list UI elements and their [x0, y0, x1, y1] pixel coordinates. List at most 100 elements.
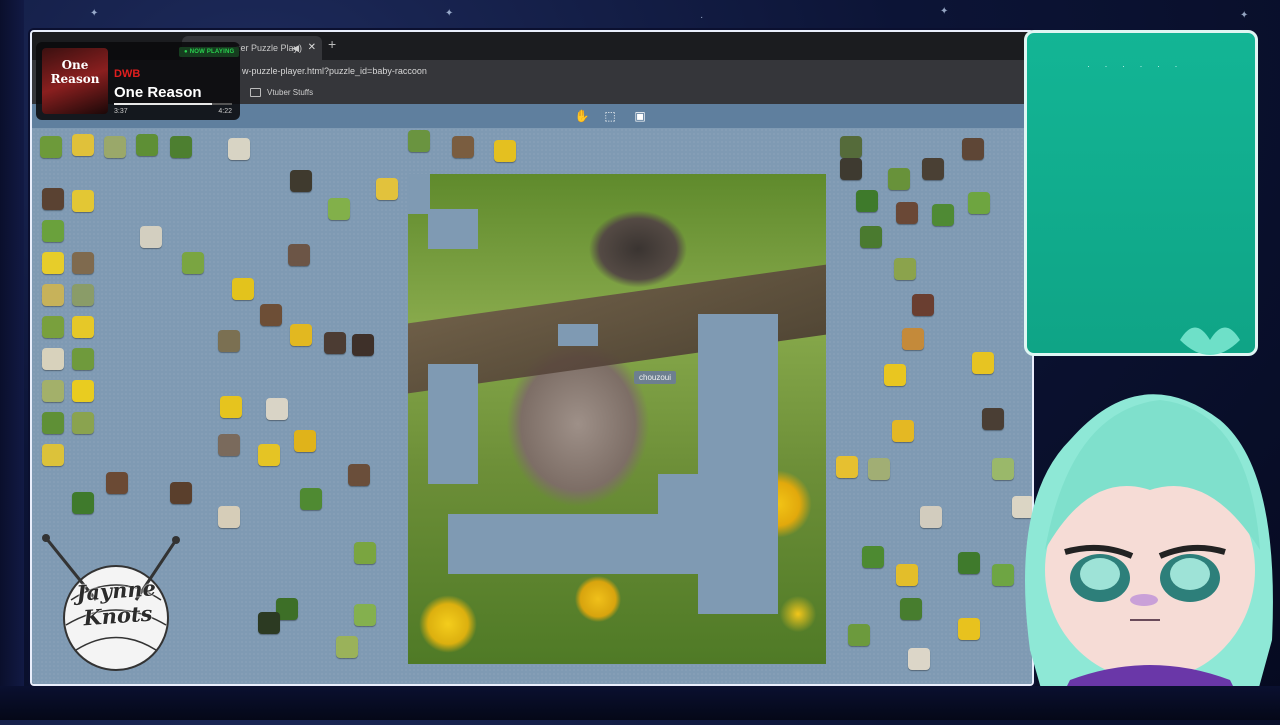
url-text[interactable]: w-puzzle-player.html?puzzle_id=baby-racc…: [242, 66, 427, 76]
puzzle-piece[interactable]: [104, 136, 126, 158]
puzzle-piece[interactable]: [290, 324, 312, 346]
puzzle-piece[interactable]: [72, 316, 94, 338]
puzzle-piece[interactable]: [856, 190, 878, 212]
puzzle-piece[interactable]: [968, 192, 990, 214]
puzzle-piece[interactable]: [140, 226, 162, 248]
puzzle-piece[interactable]: [862, 546, 884, 568]
puzzle-piece[interactable]: [42, 348, 64, 370]
puzzle-piece[interactable]: [258, 612, 280, 634]
puzzle-piece[interactable]: [888, 168, 910, 190]
puzzle-piece[interactable]: [982, 408, 1004, 430]
puzzle-piece[interactable]: [294, 430, 316, 452]
puzzle-piece[interactable]: [896, 564, 918, 586]
puzzle-piece[interactable]: [72, 380, 94, 402]
puzzle-piece[interactable]: [228, 138, 250, 160]
time-total: 4:22: [218, 108, 232, 115]
frame-decoration: · · · · · ·: [1087, 61, 1184, 71]
album-art-title: One Reason: [50, 58, 100, 86]
puzzle-piece[interactable]: [42, 252, 64, 274]
puzzle-piece[interactable]: [840, 136, 862, 158]
puzzle-piece[interactable]: [962, 138, 984, 160]
player-cursor-label: chouzoui: [634, 371, 677, 384]
puzzle-piece[interactable]: [170, 136, 192, 158]
puzzle-piece[interactable]: [42, 220, 64, 242]
puzzle-piece[interactable]: [218, 330, 240, 352]
puzzle-piece[interactable]: [324, 332, 346, 354]
puzzle-piece[interactable]: [218, 506, 240, 528]
puzzle-piece[interactable]: [232, 278, 254, 300]
speaker-icon[interactable]: ◀): [292, 36, 302, 60]
puzzle-piece[interactable]: [258, 444, 280, 466]
puzzle-piece[interactable]: [106, 472, 128, 494]
puzzle-assembled-area[interactable]: [408, 174, 826, 664]
puzzle-piece[interactable]: [920, 506, 942, 528]
puzzle-piece[interactable]: [42, 188, 64, 210]
puzzle-piece[interactable]: [72, 348, 94, 370]
time-current: 3:37: [114, 108, 128, 115]
puzzle-piece[interactable]: [300, 488, 322, 510]
song-title: One Reason: [114, 84, 202, 101]
puzzle-piece[interactable]: [42, 380, 64, 402]
puzzle-piece[interactable]: [42, 412, 64, 434]
puzzle-piece[interactable]: [932, 204, 954, 226]
puzzle-piece[interactable]: [894, 258, 916, 280]
bookmark-vtuber-stuffs[interactable]: Vtuber Stuffs: [250, 88, 314, 98]
puzzle-piece[interactable]: [72, 412, 94, 434]
vtuber-avatar-drawing: [1025, 327, 1273, 720]
puzzle-piece[interactable]: [72, 134, 94, 156]
puzzle-piece[interactable]: [72, 252, 94, 274]
puzzle-piece[interactable]: [170, 482, 192, 504]
puzzle-piece[interactable]: [290, 170, 312, 192]
puzzle-piece[interactable]: [452, 136, 474, 158]
puzzle-piece[interactable]: [900, 598, 922, 620]
puzzle-piece[interactable]: [72, 190, 94, 212]
puzzle-piece[interactable]: [922, 158, 944, 180]
puzzle-piece[interactable]: [972, 352, 994, 374]
vtuber-avatar: [1010, 320, 1280, 720]
puzzle-piece[interactable]: [42, 444, 64, 466]
puzzle-piece[interactable]: [902, 328, 924, 350]
puzzle-piece[interactable]: [848, 624, 870, 646]
puzzle-piece[interactable]: [494, 140, 516, 162]
puzzle-piece[interactable]: [908, 648, 930, 670]
puzzle-piece[interactable]: [218, 434, 240, 456]
puzzle-piece[interactable]: [182, 252, 204, 274]
hand-icon[interactable]: ✋: [574, 108, 590, 124]
puzzle-piece[interactable]: [408, 130, 430, 152]
puzzle-piece[interactable]: [42, 316, 64, 338]
image-preview-icon[interactable]: ▣: [632, 108, 648, 124]
puzzle-piece[interactable]: [348, 464, 370, 486]
puzzle-piece[interactable]: [892, 420, 914, 442]
puzzle-piece[interactable]: [354, 604, 376, 626]
puzzle-piece[interactable]: [868, 458, 890, 480]
puzzle-piece[interactable]: [840, 158, 862, 180]
puzzle-piece[interactable]: [958, 618, 980, 640]
puzzle-piece[interactable]: [40, 136, 62, 158]
puzzle-piece[interactable]: [836, 456, 858, 478]
puzzle-piece[interactable]: [266, 398, 288, 420]
puzzle-piece[interactable]: [72, 492, 94, 514]
puzzle-piece[interactable]: [136, 134, 158, 156]
puzzle-piece[interactable]: [260, 304, 282, 326]
puzzle-piece[interactable]: [328, 198, 350, 220]
close-icon[interactable]: ✕: [308, 36, 316, 60]
puzzle-piece[interactable]: [220, 396, 242, 418]
puzzle-gap: [428, 364, 478, 484]
new-tab-button[interactable]: +: [328, 36, 336, 52]
select-region-icon[interactable]: ⬚: [602, 108, 618, 124]
puzzle-piece[interactable]: [860, 226, 882, 248]
puzzle-piece[interactable]: [884, 364, 906, 386]
puzzle-piece[interactable]: [896, 202, 918, 224]
artist-name: DWB: [114, 68, 141, 80]
puzzle-piece[interactable]: [336, 636, 358, 658]
puzzle-piece[interactable]: [354, 542, 376, 564]
bookmark-label: Vtuber Stuffs: [267, 88, 314, 97]
puzzle-piece[interactable]: [912, 294, 934, 316]
channel-logo: Jaynne Knots: [36, 530, 196, 680]
puzzle-piece[interactable]: [958, 552, 980, 574]
puzzle-piece[interactable]: [352, 334, 374, 356]
puzzle-piece[interactable]: [42, 284, 64, 306]
puzzle-piece[interactable]: [288, 244, 310, 266]
puzzle-piece[interactable]: [376, 178, 398, 200]
puzzle-piece[interactable]: [72, 284, 94, 306]
